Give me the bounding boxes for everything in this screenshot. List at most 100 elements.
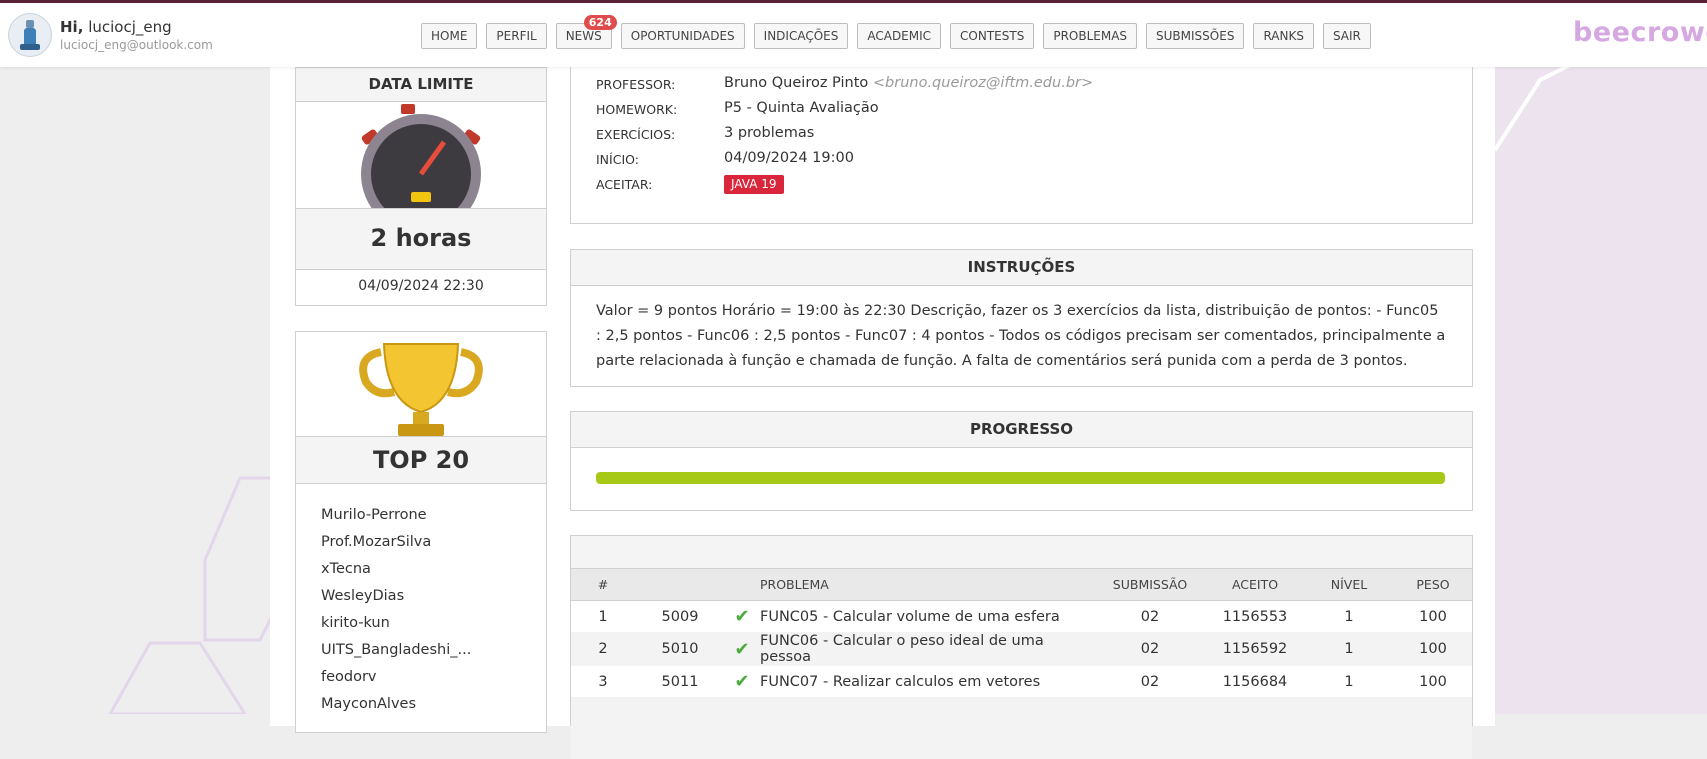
news-count-badge: 624 bbox=[583, 15, 617, 30]
top20-user[interactable]: Murilo-Perrone bbox=[321, 502, 546, 529]
problem-id[interactable]: 5009 bbox=[635, 601, 725, 633]
accepted-id[interactable]: 1156684 bbox=[1206, 666, 1304, 697]
aceitar-label: ACEITAR: bbox=[596, 177, 653, 192]
top20-user[interactable]: WesleyDias bbox=[321, 583, 546, 610]
brand-logo[interactable]: beecrowd bbox=[1573, 17, 1707, 48]
submission-count: 02 bbox=[1140, 673, 1160, 690]
homework-value: P5 - Quinta Avaliação bbox=[724, 100, 879, 116]
problems-table-box: # PROBLEMA SUBMISSÃO ACEITO NÍVEL PESO 1… bbox=[570, 535, 1473, 759]
avatar-icon bbox=[20, 20, 40, 50]
top20-user[interactable]: feodorv bbox=[321, 664, 546, 691]
problem-name[interactable]: FUNC05 - Calcular volume de uma esfera bbox=[759, 601, 1094, 633]
row-num: 3 bbox=[598, 673, 608, 690]
language-badge: JAVA 19 bbox=[724, 175, 784, 194]
accepted-check-icon: ✔ bbox=[725, 632, 759, 666]
nav-home-button[interactable]: HOME bbox=[421, 23, 478, 49]
professor-name: Bruno Queiroz Pinto bbox=[724, 75, 869, 91]
top20-title: TOP 20 bbox=[296, 436, 546, 484]
instructions-card: INSTRUÇÕES Valor = 9 pontos Horário = 19… bbox=[570, 249, 1473, 387]
table-top-bar bbox=[571, 536, 1472, 569]
nav-oportunidades-button[interactable]: OPORTUNIDADES bbox=[620, 23, 745, 49]
greeting-hi: Hi, bbox=[60, 18, 84, 36]
col-id bbox=[635, 569, 725, 601]
level: 1 bbox=[1344, 673, 1354, 690]
professor-value: Bruno Queiroz Pinto <bruno.queiroz@iftm.… bbox=[724, 75, 1093, 91]
col-submissao: SUBMISSÃO bbox=[1094, 569, 1206, 601]
nav-sair-button[interactable]: SAIR bbox=[1322, 23, 1371, 49]
instructions-title: INSTRUÇÕES bbox=[571, 250, 1472, 286]
row-num: 2 bbox=[571, 632, 635, 666]
instructions-text: Valor = 9 pontos Horário = 19:00 às 22:3… bbox=[596, 303, 1446, 369]
weight: 100 bbox=[1419, 673, 1447, 690]
nav-submissoes-button[interactable]: SUBMISSÕES bbox=[1146, 23, 1245, 49]
nav-contests-button[interactable]: CONTESTS bbox=[950, 23, 1035, 49]
nav-ranks-button[interactable]: RANKS bbox=[1253, 23, 1314, 49]
top-navigation-bar: Hi, luciocj_eng luciocj_eng@outlook.com … bbox=[0, 0, 1707, 67]
professor-email[interactable]: <bruno.queiroz@iftm.edu.br> bbox=[873, 75, 1093, 91]
submission-count: 02 bbox=[1094, 632, 1206, 666]
progress-bar bbox=[596, 472, 1445, 484]
professor-label: PROFESSOR: bbox=[596, 77, 676, 92]
progress-card: PROGRESSO bbox=[570, 411, 1473, 511]
nav-problemas-button[interactable]: PROBLEMAS bbox=[1043, 23, 1138, 49]
inicio-label: INÍCIO: bbox=[596, 152, 639, 167]
row-num: 1 bbox=[598, 608, 608, 625]
stopwatch-image bbox=[296, 102, 546, 208]
trophy-image bbox=[296, 332, 546, 436]
deadline-title: DATA LIMITE bbox=[296, 68, 546, 102]
trophy-icon bbox=[359, 343, 483, 436]
inicio-value: 04/09/2024 19:00 bbox=[724, 150, 854, 166]
table-row-empty bbox=[571, 697, 1472, 759]
problem-name[interactable]: FUNC06 - Calcular o peso ideal de uma pe… bbox=[759, 632, 1094, 666]
nav-perfil-button[interactable]: PERFIL bbox=[486, 23, 547, 49]
top20-user[interactable]: kirito-kun bbox=[321, 610, 546, 637]
col-peso: PESO bbox=[1394, 569, 1472, 601]
top20-user[interactable]: xTecna bbox=[321, 556, 546, 583]
user-email: luciocj_eng@outlook.com bbox=[60, 38, 213, 52]
weight: 100 bbox=[1419, 608, 1447, 625]
top20-card: TOP 20 Murilo-Perrone Prof.MozarSilva xT… bbox=[295, 331, 547, 733]
problem-name[interactable]: FUNC07 - Realizar calculos em vetores bbox=[759, 666, 1094, 697]
col-aceito: ACEITO bbox=[1206, 569, 1304, 601]
weight: 100 bbox=[1394, 632, 1472, 666]
problems-table: # PROBLEMA SUBMISSÃO ACEITO NÍVEL PESO 1… bbox=[571, 569, 1472, 759]
user-avatar[interactable] bbox=[8, 13, 52, 57]
nav-news-button[interactable]: NEWS 624 bbox=[555, 15, 617, 49]
accepted-check-icon: ✔ bbox=[734, 606, 750, 627]
exercicios-label: EXERCÍCIOS: bbox=[596, 127, 676, 142]
col-nivel: NÍVEL bbox=[1304, 569, 1394, 601]
table-row: 1 5009 ✔ FUNC05 - Calcular volume de uma… bbox=[571, 601, 1472, 633]
username: luciocj_eng bbox=[88, 18, 172, 36]
submission-count: 02 bbox=[1140, 608, 1160, 625]
stopwatch-icon bbox=[361, 104, 481, 208]
col-status bbox=[725, 569, 759, 601]
user-greeting: Hi, luciocj_eng bbox=[60, 18, 172, 36]
table-row: 2 5010 ✔ FUNC06 - Calcular o peso ideal … bbox=[571, 632, 1472, 666]
table-row: 3 5011 ✔ FUNC07 - Realizar calculos em v… bbox=[571, 666, 1472, 697]
level: 1 bbox=[1304, 632, 1394, 666]
progress-title: PROGRESSO bbox=[571, 412, 1472, 448]
nav-academic-button[interactable]: ACADEMIC bbox=[857, 23, 942, 49]
problem-id[interactable]: 5010 bbox=[635, 632, 725, 666]
top20-list: Murilo-Perrone Prof.MozarSilva xTecna We… bbox=[296, 484, 546, 718]
homework-info-box: PROFESSOR: Bruno Queiroz Pinto <bruno.qu… bbox=[570, 55, 1473, 224]
top20-user[interactable]: Prof.MozarSilva bbox=[321, 529, 546, 556]
homework-label: HOMEWORK: bbox=[596, 102, 678, 117]
accepted-id[interactable]: 1156592 bbox=[1206, 632, 1304, 666]
deadline-remaining: 2 horas bbox=[296, 208, 546, 270]
top20-user[interactable]: UITS_Bangladeshi_... bbox=[321, 637, 546, 664]
empty-row bbox=[571, 697, 1472, 759]
main-nav: HOME PERFIL NEWS 624 OPORTUNIDADES INDICA… bbox=[421, 15, 1371, 49]
problem-id[interactable]: 5011 bbox=[635, 666, 725, 697]
exercicios-value: 3 problemas bbox=[724, 125, 815, 141]
accepted-id[interactable]: 1156553 bbox=[1206, 601, 1304, 633]
progress-fill bbox=[596, 472, 1445, 484]
nav-indicacoes-button[interactable]: INDICAÇÕES bbox=[753, 23, 849, 49]
deadline-date: 04/09/2024 22:30 bbox=[358, 278, 484, 294]
nav-news-label: NEWS bbox=[565, 29, 602, 43]
deadline-card: DATA LIMITE 2 horas 04/09/2024 22:30 bbox=[295, 67, 547, 306]
col-num: # bbox=[571, 569, 635, 601]
accepted-check-icon: ✔ bbox=[734, 671, 750, 692]
level: 1 bbox=[1344, 608, 1354, 625]
col-problema: PROBLEMA bbox=[759, 569, 1094, 601]
